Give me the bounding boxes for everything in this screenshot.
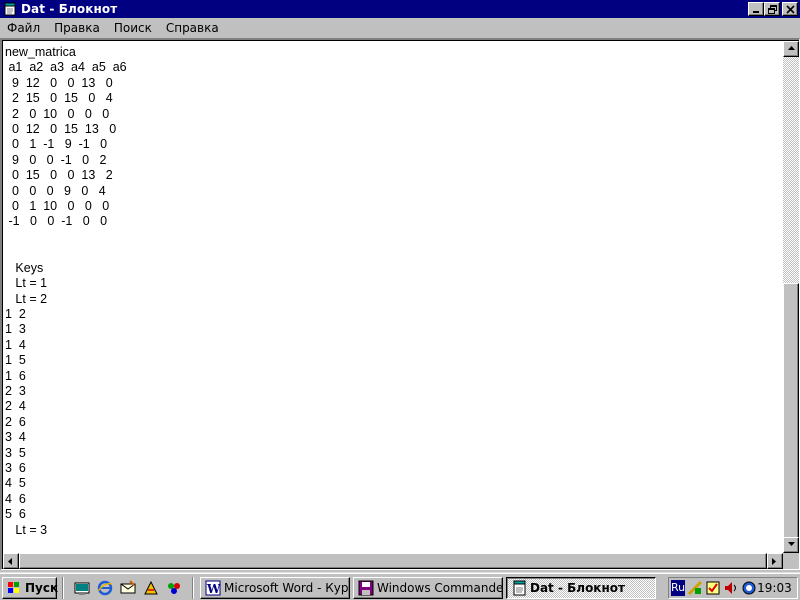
start-button[interactable]: Пуск — [2, 577, 59, 599]
language-indicator[interactable]: Ru — [671, 580, 686, 596]
clock[interactable]: 19:03 — [757, 581, 792, 595]
taskbar-divider — [62, 577, 64, 599]
scroll-up-button[interactable] — [783, 41, 799, 57]
taskbar-divider — [192, 577, 194, 599]
internet-explorer-icon[interactable] — [97, 580, 113, 596]
title-bar[interactable]: Dat - Блокнот — [0, 0, 800, 18]
restore-icon — [768, 5, 777, 14]
scroll-down-button[interactable] — [783, 537, 799, 553]
arrow-left-icon — [8, 558, 12, 565]
task-microsoft-word[interactable]: W Microsoft Word - Курсо... — [200, 577, 350, 599]
arrow-down-icon — [788, 542, 795, 546]
media-icon[interactable] — [166, 580, 182, 596]
system-tray: Ru 19:03 — [668, 577, 798, 599]
minimize-icon — [753, 11, 759, 13]
start-label: Пуск — [25, 581, 59, 595]
menu-bar: Файл Правка Поиск Справка — [0, 18, 800, 38]
menu-search[interactable]: Поиск — [107, 21, 159, 35]
antivirus-icon[interactable] — [741, 580, 757, 596]
word-icon: W — [205, 580, 221, 596]
svg-text:W: W — [206, 582, 221, 596]
scroll-right-button[interactable] — [767, 553, 783, 569]
menu-file[interactable]: Файл — [0, 21, 47, 35]
horizontal-scrollbar[interactable] — [3, 553, 783, 569]
taskbar: Пуск W Microsoft Word - Курсо... Windows… — [0, 572, 800, 600]
close-icon — [786, 5, 795, 14]
floppy-disk-icon — [358, 580, 374, 596]
notepad-icon — [511, 580, 527, 596]
arrow-up-icon — [788, 46, 795, 50]
scroll-left-button[interactable] — [3, 553, 19, 569]
window-title: Dat - Блокнот — [21, 2, 118, 16]
scrollbar-corner — [783, 553, 799, 569]
editor-frame: new_matrica a1 a2 a3 a4 a5 a6 9 12 0 0 1… — [0, 38, 800, 570]
volume-icon[interactable] — [723, 580, 739, 596]
horizontal-scroll-thumb[interactable] — [19, 553, 767, 569]
task-label: Windows Commander 4.... — [377, 581, 503, 595]
task-label: Dat - Блокнот — [530, 581, 625, 595]
task-notepad[interactable]: Dat - Блокнот — [506, 577, 656, 599]
vertical-scrollbar[interactable] — [783, 41, 799, 553]
windows-logo-icon — [6, 581, 22, 595]
notepad-icon — [3, 2, 17, 16]
minimize-button[interactable] — [748, 2, 764, 16]
editor[interactable]: new_matrica a1 a2 a3 a4 a5 a6 9 12 0 0 1… — [2, 40, 799, 569]
menu-help[interactable]: Справка — [159, 21, 226, 35]
document-text[interactable]: new_matrica a1 a2 a3 a4 a5 a6 9 12 0 0 1… — [5, 45, 781, 551]
network-icon[interactable] — [687, 580, 703, 596]
close-button[interactable] — [782, 2, 798, 16]
menu-edit[interactable]: Правка — [47, 21, 107, 35]
maximize-button[interactable] — [764, 2, 780, 16]
channels-icon[interactable] — [143, 580, 159, 596]
scheduler-icon[interactable] — [705, 580, 721, 596]
task-windows-commander[interactable]: Windows Commander 4.... — [353, 577, 503, 599]
vertical-scroll-thumb[interactable] — [783, 283, 799, 539]
arrow-right-icon — [772, 558, 776, 565]
task-label: Microsoft Word - Курсо... — [224, 581, 349, 595]
outlook-express-icon[interactable] — [120, 580, 136, 596]
show-desktop-icon[interactable] — [74, 580, 90, 596]
